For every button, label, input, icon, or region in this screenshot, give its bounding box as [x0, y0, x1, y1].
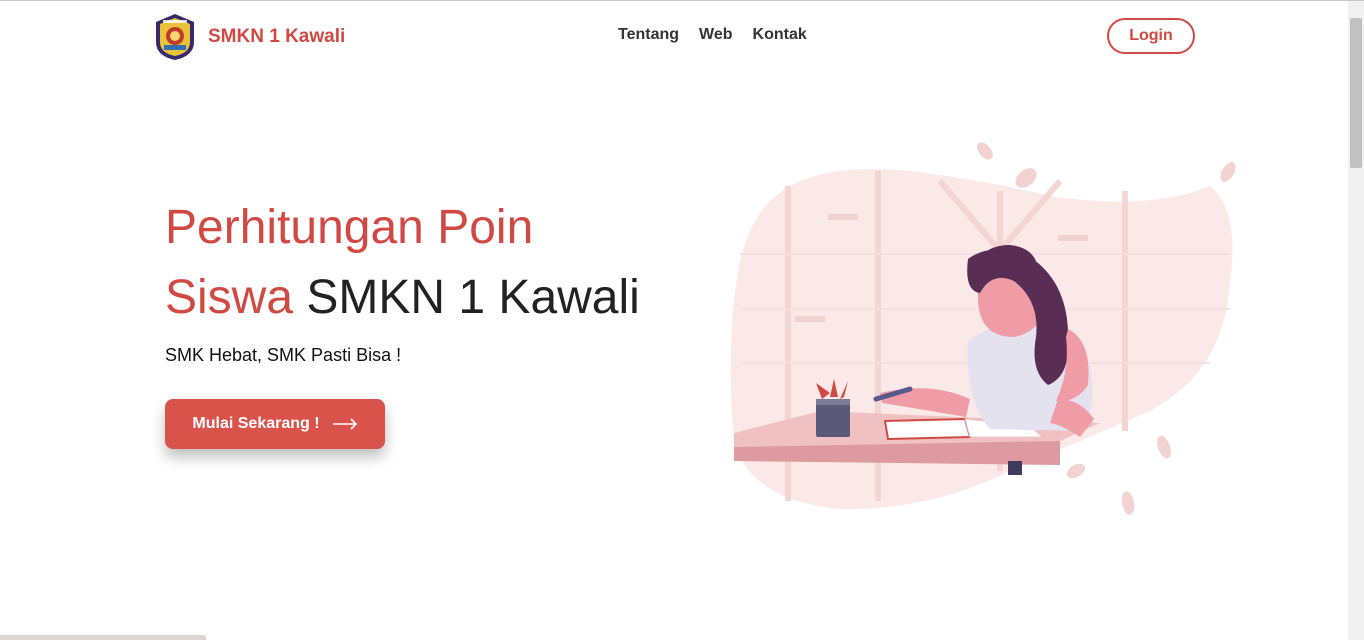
hero-title-accent-line1: Perhitungan Poin: [165, 201, 534, 254]
navbar: SMKN 1 Kawali Tentang Web Kontak Login: [0, 1, 1348, 73]
scrollbar-thumb[interactable]: [1350, 18, 1362, 168]
brand-link[interactable]: SMKN 1 Kawali: [150, 12, 345, 62]
hero-title: Perhitungan Poin Siswa SMKN 1 Kawali: [165, 193, 640, 333]
vertical-scrollbar[interactable]: [1348, 1, 1364, 640]
nav-link-kontak[interactable]: Kontak: [753, 26, 807, 44]
start-now-label: Mulai Sekarang !: [192, 415, 320, 432]
start-now-button[interactable]: Mulai Sekarang !: [165, 399, 385, 449]
hero-title-accent-line2: Siswa: [165, 271, 294, 324]
login-button[interactable]: Login: [1107, 18, 1195, 54]
nav-link-tentang[interactable]: Tentang: [618, 26, 679, 44]
woman-writing-illustration: [730, 142, 1236, 515]
nav-menu: Tentang Web Kontak: [618, 26, 807, 44]
brand-name: SMKN 1 Kawali: [208, 26, 346, 47]
nav-link-web[interactable]: Web: [699, 26, 732, 44]
bottom-status-bar: [0, 635, 206, 640]
hero-title-school: SMKN 1 Kawali: [293, 271, 640, 324]
school-logo: [156, 14, 194, 60]
hero-subtitle: SMK Hebat, SMK Pasti Bisa !: [165, 345, 402, 365]
arrow-right-icon: [332, 418, 357, 430]
